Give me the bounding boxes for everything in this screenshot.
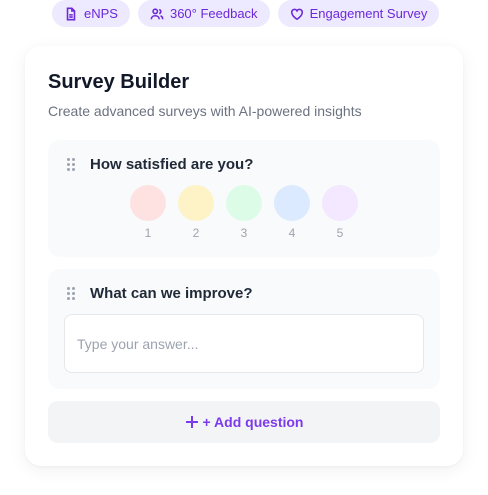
survey-type-chips: eNPS 360° Feedback Engagement Survey [52, 0, 440, 27]
users-icon [150, 7, 164, 19]
builder-title: Survey Builder [48, 71, 190, 93]
heart-icon [290, 8, 303, 20]
chip-enps[interactable]: eNPS [52, 0, 130, 27]
rating-option-4[interactable]: 4 [274, 185, 310, 240]
builder-subtitle: Create advanced surveys with AI-powered … [48, 103, 362, 119]
rating-option-2[interactable]: 2 [178, 185, 214, 240]
question-label: What can we improve? [90, 285, 253, 302]
chip-engagement-survey[interactable]: Engagement Survey [277, 0, 440, 27]
rating-circle[interactable] [274, 185, 310, 221]
drag-handle-icon[interactable] [67, 158, 77, 172]
chip-label: 360° Feedback [169, 6, 258, 21]
add-question-button[interactable]: + Add question [48, 401, 440, 443]
rating-number: 2 [192, 226, 200, 240]
drag-handle-icon[interactable] [67, 287, 77, 301]
rating-number: 5 [336, 226, 344, 240]
question-label: How satisfied are you? [90, 156, 254, 173]
rating-circle[interactable] [226, 185, 262, 221]
add-question-label: + Add question [202, 414, 304, 430]
answer-input[interactable] [64, 314, 424, 373]
chip-label: eNPS [84, 6, 118, 21]
rating-option-3[interactable]: 3 [226, 185, 262, 240]
rating-option-5[interactable]: 5 [322, 185, 358, 240]
survey-builder-card: Survey Builder Create advanced surveys w… [25, 46, 463, 466]
question-card-text: What can we improve? [48, 269, 440, 389]
rating-number: 3 [240, 226, 248, 240]
rating-circle[interactable] [130, 185, 166, 221]
rating-circle[interactable] [322, 185, 358, 221]
rating-scale: 1 2 3 4 5 [130, 185, 358, 240]
rating-number: 4 [288, 226, 296, 240]
rating-number: 1 [144, 226, 152, 240]
plus-icon [185, 416, 198, 428]
rating-option-1[interactable]: 1 [130, 185, 166, 240]
chip-label: Engagement Survey [309, 6, 428, 21]
rating-circle[interactable] [178, 185, 214, 221]
document-icon [66, 7, 76, 20]
question-card-rating: How satisfied are you? 1 2 3 4 5 [48, 140, 440, 257]
chip-360-feedback[interactable]: 360° Feedback [137, 0, 270, 27]
